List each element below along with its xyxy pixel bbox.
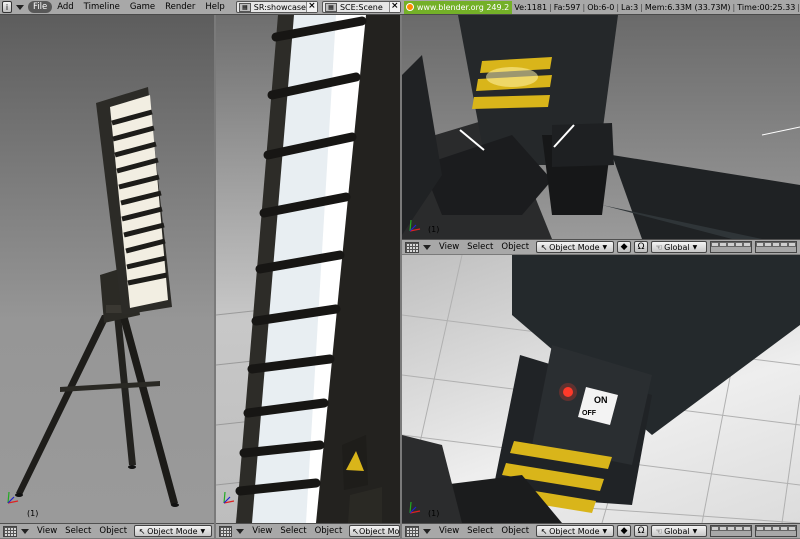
menu-select[interactable]: Select bbox=[463, 242, 497, 252]
chevron-down-icon: ▼ bbox=[200, 527, 206, 535]
screen-name[interactable]: SR:showcase bbox=[254, 3, 306, 12]
stat-faces: Fa:597 bbox=[553, 2, 581, 12]
grid-icon[interactable] bbox=[405, 525, 419, 537]
scene-browse-icon[interactable]: ▦ bbox=[324, 2, 337, 12]
menu-view[interactable]: View bbox=[248, 526, 276, 536]
grid-icon[interactable] bbox=[219, 525, 233, 537]
website-label[interactable]: www.blender.org 249.2 bbox=[417, 3, 509, 12]
frame-indicator: (1) bbox=[428, 509, 440, 518]
screen-browse-icon[interactable]: ▦ bbox=[238, 2, 251, 12]
website-link[interactable]: www.blender.org 249.2 bbox=[403, 0, 513, 14]
object-mode-dropdown[interactable]: ↖ Object Mo bbox=[349, 525, 400, 537]
menu-select[interactable]: Select bbox=[61, 526, 95, 536]
menu-select[interactable]: Select bbox=[463, 526, 497, 536]
axis-gizmo-icon bbox=[223, 491, 235, 504]
spotlight-panel-closeup bbox=[216, 15, 400, 523]
axis-gizmo-icon bbox=[409, 219, 421, 232]
scene-name[interactable]: SCE:Scene bbox=[340, 3, 389, 12]
frame-indicator: (1) bbox=[428, 225, 440, 234]
switch-off-label: OFF bbox=[582, 410, 597, 417]
screen-selector[interactable]: ▦ SR:showcase × bbox=[235, 1, 318, 13]
viewport-bottom-right[interactable]: ON OFF (1) bbox=[402, 255, 800, 523]
viewport-bottom-right-header: View Select Object ↖ Object Mode ▼ ◆ Ω ☜… bbox=[402, 523, 800, 538]
menu-object[interactable]: Object bbox=[497, 526, 533, 536]
viewport-left[interactable]: (1) bbox=[0, 15, 214, 523]
object-mode-icon: ↖ bbox=[352, 526, 359, 536]
frame-indicator: (1) bbox=[27, 509, 39, 518]
stat-time: Time:00:25.33 bbox=[737, 2, 796, 12]
switch-closeup: ON OFF bbox=[402, 255, 800, 523]
collapse-menu-icon[interactable] bbox=[21, 528, 29, 534]
stat-lamps: La:3 bbox=[621, 2, 639, 12]
scene-selector[interactable]: ▦ SCE:Scene × bbox=[321, 1, 401, 13]
manipulator-icon[interactable]: Ω bbox=[634, 525, 649, 537]
menu-select[interactable]: Select bbox=[276, 526, 310, 536]
orientation-dropdown[interactable]: ☜ Global ▼ bbox=[651, 525, 708, 537]
blender-logo-icon bbox=[405, 3, 414, 11]
object-mode-icon: ↖ bbox=[540, 242, 548, 252]
object-mode-dropdown[interactable]: ↖ Object Mode ▼ bbox=[536, 241, 615, 253]
menu-view[interactable]: View bbox=[435, 242, 463, 252]
menu-object[interactable]: Object bbox=[497, 242, 533, 252]
menu-game[interactable]: Game bbox=[125, 1, 160, 13]
viewport-top-right-header: View Select Object ↖ Object Mode ▼ ◆ Ω ☜… bbox=[402, 239, 800, 254]
collapse-menu-icon[interactable] bbox=[15, 4, 24, 10]
screen-close-icon[interactable]: × bbox=[305, 2, 317, 12]
switch-on-label: ON bbox=[594, 395, 608, 405]
menu-object[interactable]: Object bbox=[311, 526, 347, 536]
hand-icon: ☜ bbox=[655, 242, 663, 252]
collapse-menu-icon[interactable] bbox=[423, 244, 431, 250]
layer-icon[interactable] bbox=[710, 525, 753, 537]
object-mode-dropdown[interactable]: ↖ Object Mode ▼ bbox=[134, 525, 213, 537]
menu-render[interactable]: Render bbox=[160, 1, 200, 13]
object-mode-icon: ↖ bbox=[138, 526, 146, 536]
layer-icon[interactable] bbox=[755, 241, 798, 253]
object-mode-icon: ↖ bbox=[540, 526, 548, 536]
chevron-down-icon: ▼ bbox=[692, 527, 698, 535]
viewport-middle[interactable] bbox=[216, 15, 400, 523]
viewport-top-right[interactable]: (1) bbox=[402, 15, 800, 239]
spotlight-hinge-closeup bbox=[402, 15, 800, 239]
info-header: i File Add Timeline Game Render Help ▦ S… bbox=[0, 0, 800, 15]
spotlight-render-full bbox=[15, 87, 179, 507]
viewport-left-header: View Select Object ↖ Object Mode ▼ bbox=[0, 523, 214, 538]
stat-verts: Ve:1181 bbox=[514, 2, 548, 12]
axis-gizmo-icon bbox=[409, 501, 421, 514]
object-mode-dropdown[interactable]: ↖ Object Mode ▼ bbox=[536, 525, 615, 537]
menu-view[interactable]: View bbox=[33, 526, 61, 536]
grid-icon[interactable] bbox=[405, 241, 419, 253]
scene-close-icon[interactable]: × bbox=[388, 2, 400, 12]
viewport-middle-header: View Select Object ↖ Object Mo bbox=[216, 523, 400, 538]
axis-gizmo-icon bbox=[7, 491, 19, 504]
collapse-menu-icon[interactable] bbox=[236, 528, 245, 534]
chevron-down-icon: ▼ bbox=[602, 243, 608, 251]
hand-icon: ☜ bbox=[655, 526, 663, 536]
menu-object[interactable]: Object bbox=[95, 526, 131, 536]
menu-view[interactable]: View bbox=[435, 526, 463, 536]
layer-icon[interactable] bbox=[710, 241, 753, 253]
collapse-menu-icon[interactable] bbox=[423, 528, 431, 534]
menu-add[interactable]: Add bbox=[52, 1, 78, 13]
orientation-dropdown[interactable]: ☜ Global ▼ bbox=[651, 241, 708, 253]
menu-timeline[interactable]: Timeline bbox=[79, 1, 125, 13]
chevron-down-icon: ▼ bbox=[602, 527, 608, 535]
layer-icon[interactable] bbox=[755, 525, 798, 537]
chevron-down-icon: ▼ bbox=[692, 243, 698, 251]
pivot-icon[interactable]: ◆ bbox=[617, 525, 632, 537]
grid-icon[interactable] bbox=[3, 525, 17, 537]
stat-objects: Ob:6-0 bbox=[587, 2, 615, 12]
stat-memory: Mem:6.33M (33.73M) bbox=[644, 2, 731, 12]
menu-help[interactable]: Help bbox=[200, 1, 229, 13]
manipulator-icon[interactable]: Ω bbox=[634, 241, 649, 253]
pivot-icon[interactable]: ◆ bbox=[617, 241, 632, 253]
window-type-icon[interactable]: i bbox=[2, 1, 12, 13]
menu-file[interactable]: File bbox=[27, 1, 53, 13]
